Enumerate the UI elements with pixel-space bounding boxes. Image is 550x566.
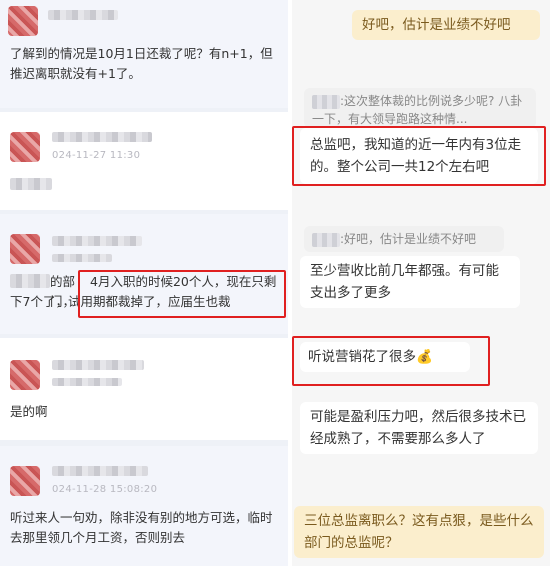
username-blurred xyxy=(52,466,148,476)
comment-card: 了解到的情况是10月1日还裁了呢？有n+1，但推迟离职就没有+1了。 xyxy=(0,0,288,108)
highlight-box xyxy=(78,270,286,318)
avatar[interactable] xyxy=(10,234,40,264)
username-blurred xyxy=(48,10,118,20)
quoted-text: :好吧，估计是业绩不好吧 xyxy=(340,232,477,246)
quoted-user-blurred xyxy=(312,232,340,247)
comment-card: 的部门， 4月入职的时候20个人，现在只剩下7个了，试用期都裁掉了，应届生也裁 xyxy=(0,214,288,334)
chat-column: 好吧，估计是业绩不好吧 :这次整体裁的比例说多少呢? 八卦一下，有大领导跑路这种… xyxy=(292,0,550,566)
timestamp: 024-11-28 15:08:20 xyxy=(52,484,158,495)
comment-text: 听过来人一句劝，除非没有别的地方可选，临时去那里领几个月工资，否则别去 xyxy=(10,510,273,545)
quoted-text: :这次整体裁的比例说多少呢? 八卦一下，有大领导跑路这种情... xyxy=(312,94,523,126)
highlight-box xyxy=(292,126,546,186)
chat-bubble: 好吧，估计是业绩不好吧 xyxy=(352,10,540,40)
highlight-box xyxy=(292,336,490,386)
username-blurred xyxy=(52,254,112,262)
comment-card: 是的啊 xyxy=(0,338,288,440)
quoted-reply: :这次整体裁的比例说多少呢? 八卦一下，有大领导跑路这种情... xyxy=(304,88,536,128)
quoted-reply: :好吧，估计是业绩不好吧 xyxy=(304,226,504,252)
timestamp: 024-11-27 11:30 xyxy=(52,150,141,161)
chat-bubble: 可能是盈利压力吧，然后很多技术已经成熟了，不需要那么多人了 xyxy=(300,402,538,454)
comment-card: 024-11-27 11:30 xyxy=(0,112,288,210)
avatar[interactable] xyxy=(8,6,38,36)
comment-text-blurred xyxy=(10,178,52,190)
avatar[interactable] xyxy=(10,360,40,390)
chat-bubble: 至少营收比前几年都强。有可能支出多了更多 xyxy=(300,256,520,308)
comment-text: 是的啊 xyxy=(10,404,48,419)
avatar[interactable] xyxy=(10,132,40,162)
comment-text: 了解到的情况是10月1日还裁了呢？有n+1，但推迟离职就没有+1了。 xyxy=(10,46,273,81)
comment-column: 了解到的情况是10月1日还裁了呢？有n+1，但推迟离职就没有+1了。 024-1… xyxy=(0,0,288,566)
username-blurred xyxy=(52,360,144,370)
username-blurred xyxy=(52,236,142,246)
comment-card: 024-11-28 15:08:20 听过来人一句劝，除非没有别的地方可选，临时… xyxy=(0,446,288,566)
username-blurred xyxy=(52,132,152,142)
avatar[interactable] xyxy=(10,466,40,496)
chat-bubble: 三位总监离职么？这有点狠，是些什么部门的总监呢？ xyxy=(294,506,544,558)
timestamp-blurred xyxy=(52,378,122,386)
quoted-user-blurred xyxy=(312,94,340,109)
